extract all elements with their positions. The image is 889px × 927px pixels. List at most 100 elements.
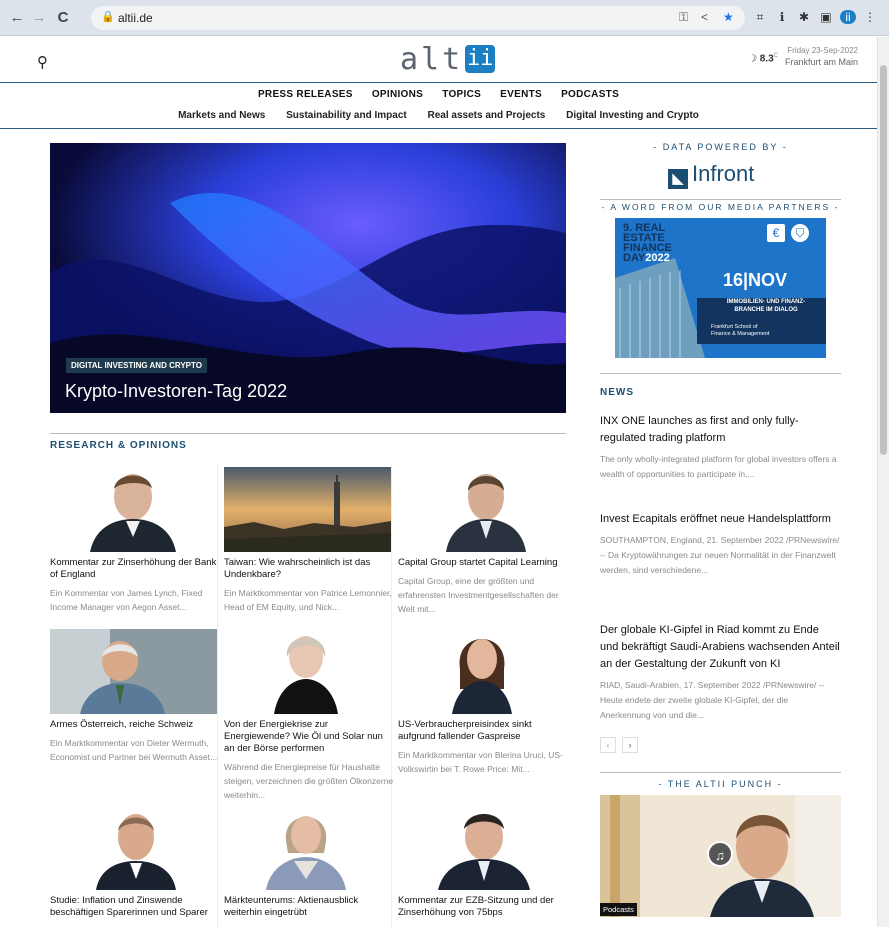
opinion-card[interactable]: Studie: Inflation und Zinswende beschäft… [50,805,217,919]
card-title[interactable]: Taiwan: Wie wahrscheinlich ist das Unden… [224,557,396,581]
infront-logo[interactable]: ◣ Infront [668,161,754,189]
opinion-card[interactable]: Kommentar zur EZB-Sitzung und der Zinser… [398,805,565,919]
card-excerpt: Ein Marktkommentar von Patrice Lemonnier… [224,588,392,612]
euro-icon: € [767,224,785,242]
news-title[interactable]: INX ONE launches as first and only fully… [600,413,840,447]
news-next-button[interactable]: › [622,737,638,753]
news-item[interactable]: INX ONE launches as first and only fully… [600,413,840,482]
author-photo [224,629,391,714]
data-powered-label: - DATA POWERED BY - [653,142,788,152]
nav-podcasts[interactable]: PODCASTS [561,89,619,100]
card-title[interactable]: Kommentar zur Zinserhöhung der Bank of E… [50,557,222,581]
news-item[interactable]: Invest Ecapitals eröffnet neue Handelspl… [600,511,840,578]
ad-org-line: Finance & Management [711,331,770,337]
nav-topics[interactable]: TOPICS [442,89,481,100]
ad-line: DAY [623,252,646,264]
news-item[interactable]: Der globale KI-Gipfel in Riad kommt zu E… [600,622,840,723]
taipei-skyline-photo [224,467,391,552]
opinion-card[interactable]: US-Verbraucherpreisindex sinkt aufgrund … [398,629,565,776]
podcasts-badge[interactable]: Podcasts [600,903,637,916]
profile-avatar-icon[interactable]: ii [840,10,856,24]
nav-opinions[interactable]: OPINIONS [372,89,423,100]
card-excerpt: Während die Energiepreise für Haushalte … [224,762,394,800]
sidebar-divider [600,373,841,374]
hero-article[interactable]: DIGITAL INVESTING AND CRYPTO Krypto-Inve… [50,143,566,413]
card-title[interactable]: Studie: Inflation und Zinswende beschäft… [50,895,222,919]
header-date: Friday 23-Sep-2022 [787,46,858,55]
address-bar[interactable]: 🔒 altii.de ⚿ < ★ [91,6,745,30]
card-title[interactable]: Kommentar zur EZB-Sitzung und der Zinser… [398,895,570,919]
infront-text: Infront [692,161,755,186]
screenshot-extension-icon[interactable]: ⌗ [752,10,768,25]
opinion-card[interactable]: Märkteunterums: Aktienausblick weiterhin… [224,805,391,919]
real-estate-finance-day-ad[interactable]: 9. REAL ESTATE FINANCE DAY2022 € ⛉ 16|NO… [615,218,826,358]
bookmark-star-icon[interactable]: ★ [723,10,734,24]
url-text: altii.de [118,11,153,25]
back-button[interactable]: ← [8,9,26,27]
author-photo [50,467,217,552]
author-photo [398,805,565,890]
card-excerpt: Ein Kommentar von James Lynch, Fixed Inc… [50,588,203,612]
sidebar-divider [600,199,841,200]
hero-category-tag[interactable]: DIGITAL INVESTING AND CRYPTO [66,358,207,373]
header-location: Frankfurt am Main [784,57,858,67]
reload-button[interactable]: C [54,9,72,27]
secondary-nav: Markets and News Sustainability and Impa… [0,110,877,121]
card-excerpt: Ein Marktkommentar von Blerina Uruci, US… [398,750,563,774]
nav-events[interactable]: EVENTS [500,89,542,100]
news-title[interactable]: Der globale KI-Gipfel in Riad kommt zu E… [600,622,840,673]
puzzle-extensions-icon[interactable]: ✱ [796,10,812,24]
nav-markets-and-news[interactable]: Markets and News [178,110,265,121]
card-excerpt: Capital Group, eine der größten und erfa… [398,576,559,614]
site-logo[interactable]: alt ii [400,42,496,77]
card-title[interactable]: Von der Energiekrise zur Energiewende? W… [224,719,396,755]
forward-button[interactable]: → [30,9,48,27]
card-title[interactable]: Capital Group startet Capital Learning [398,557,570,569]
nav-divider [0,128,877,129]
hero-title[interactable]: Krypto-Investoren-Tag 2022 [65,381,287,402]
opinion-card[interactable]: Von der Energiekrise zur Energiewende? W… [224,629,393,802]
news-heading: NEWS [600,387,634,398]
card-title[interactable]: Armes Österreich, reiche Schweiz [50,719,222,731]
column-divider [391,465,392,927]
nav-digital-investing[interactable]: Digital Investing and Crypto [566,110,699,121]
nav-press-releases[interactable]: PRESS RELEASES [258,89,353,100]
ad-sub-line: IMMOBILIEN- UND FINANZ- [726,299,806,305]
ad-subtitle: IMMOBILIEN- UND FINANZ- BRANCHE IM DIALO… [707,298,825,314]
logo-box: ii [465,45,496,73]
author-photo [50,805,217,890]
music-note-icon[interactable]: ♫ [707,841,733,867]
research-divider [50,433,566,434]
nav-real-assets[interactable]: Real assets and Projects [428,110,546,121]
author-photo [398,629,565,714]
news-prev-button[interactable]: ‹ [600,737,616,753]
author-photo [224,805,391,890]
web-page: ⚲ alt ii ☽ 8.3C Friday 23-Sep-2022 Frankf… [0,37,877,927]
news-title[interactable]: Invest Ecapitals eröffnet neue Handelspl… [600,511,840,528]
card-title[interactable]: Märkteunterums: Aktienausblick weiterhin… [224,895,396,919]
shield-icon: ⛉ [791,224,809,242]
scrollbar-thumb[interactable] [880,65,887,455]
primary-nav: PRESS RELEASES OPINIONS TOPICS EVENTS PO… [0,89,877,100]
lock-icon: 🔒 [101,11,115,23]
sidebar-divider [600,772,841,773]
menu-kebab-icon[interactable]: ⋮ [862,10,878,24]
news-excerpt: SOUTHAMPTON, England, 21. September 2022… [600,535,840,575]
opinion-card[interactable]: Armes Österreich, reiche Schweiz Ein Mar… [50,629,217,764]
card-title[interactable]: US-Verbraucherpreisindex sinkt aufgrund … [398,719,570,743]
author-photo [398,467,565,552]
key-icon[interactable]: ⚿ [679,10,688,25]
column-divider [217,465,218,927]
opinion-card[interactable]: Kommentar zur Zinserhöhung der Bank of E… [50,467,217,614]
side-panel-icon[interactable]: ▣ [818,10,834,24]
share-icon[interactable]: < [701,10,708,24]
nav-sustainability[interactable]: Sustainability and Impact [286,110,407,121]
search-icon[interactable]: ⚲ [37,53,48,71]
logo-text: alt [400,42,464,77]
page-scrollbar[interactable] [877,37,889,927]
opinion-card[interactable]: Taiwan: Wie wahrscheinlich ist das Unden… [224,467,392,614]
podcast-feature[interactable]: ♫ Podcasts [600,795,841,917]
opinion-card[interactable]: Capital Group startet Capital Learning C… [398,467,565,616]
infront-mark-icon: ◣ [668,169,688,189]
translate-extension-icon[interactable]: ℹ [774,10,790,24]
